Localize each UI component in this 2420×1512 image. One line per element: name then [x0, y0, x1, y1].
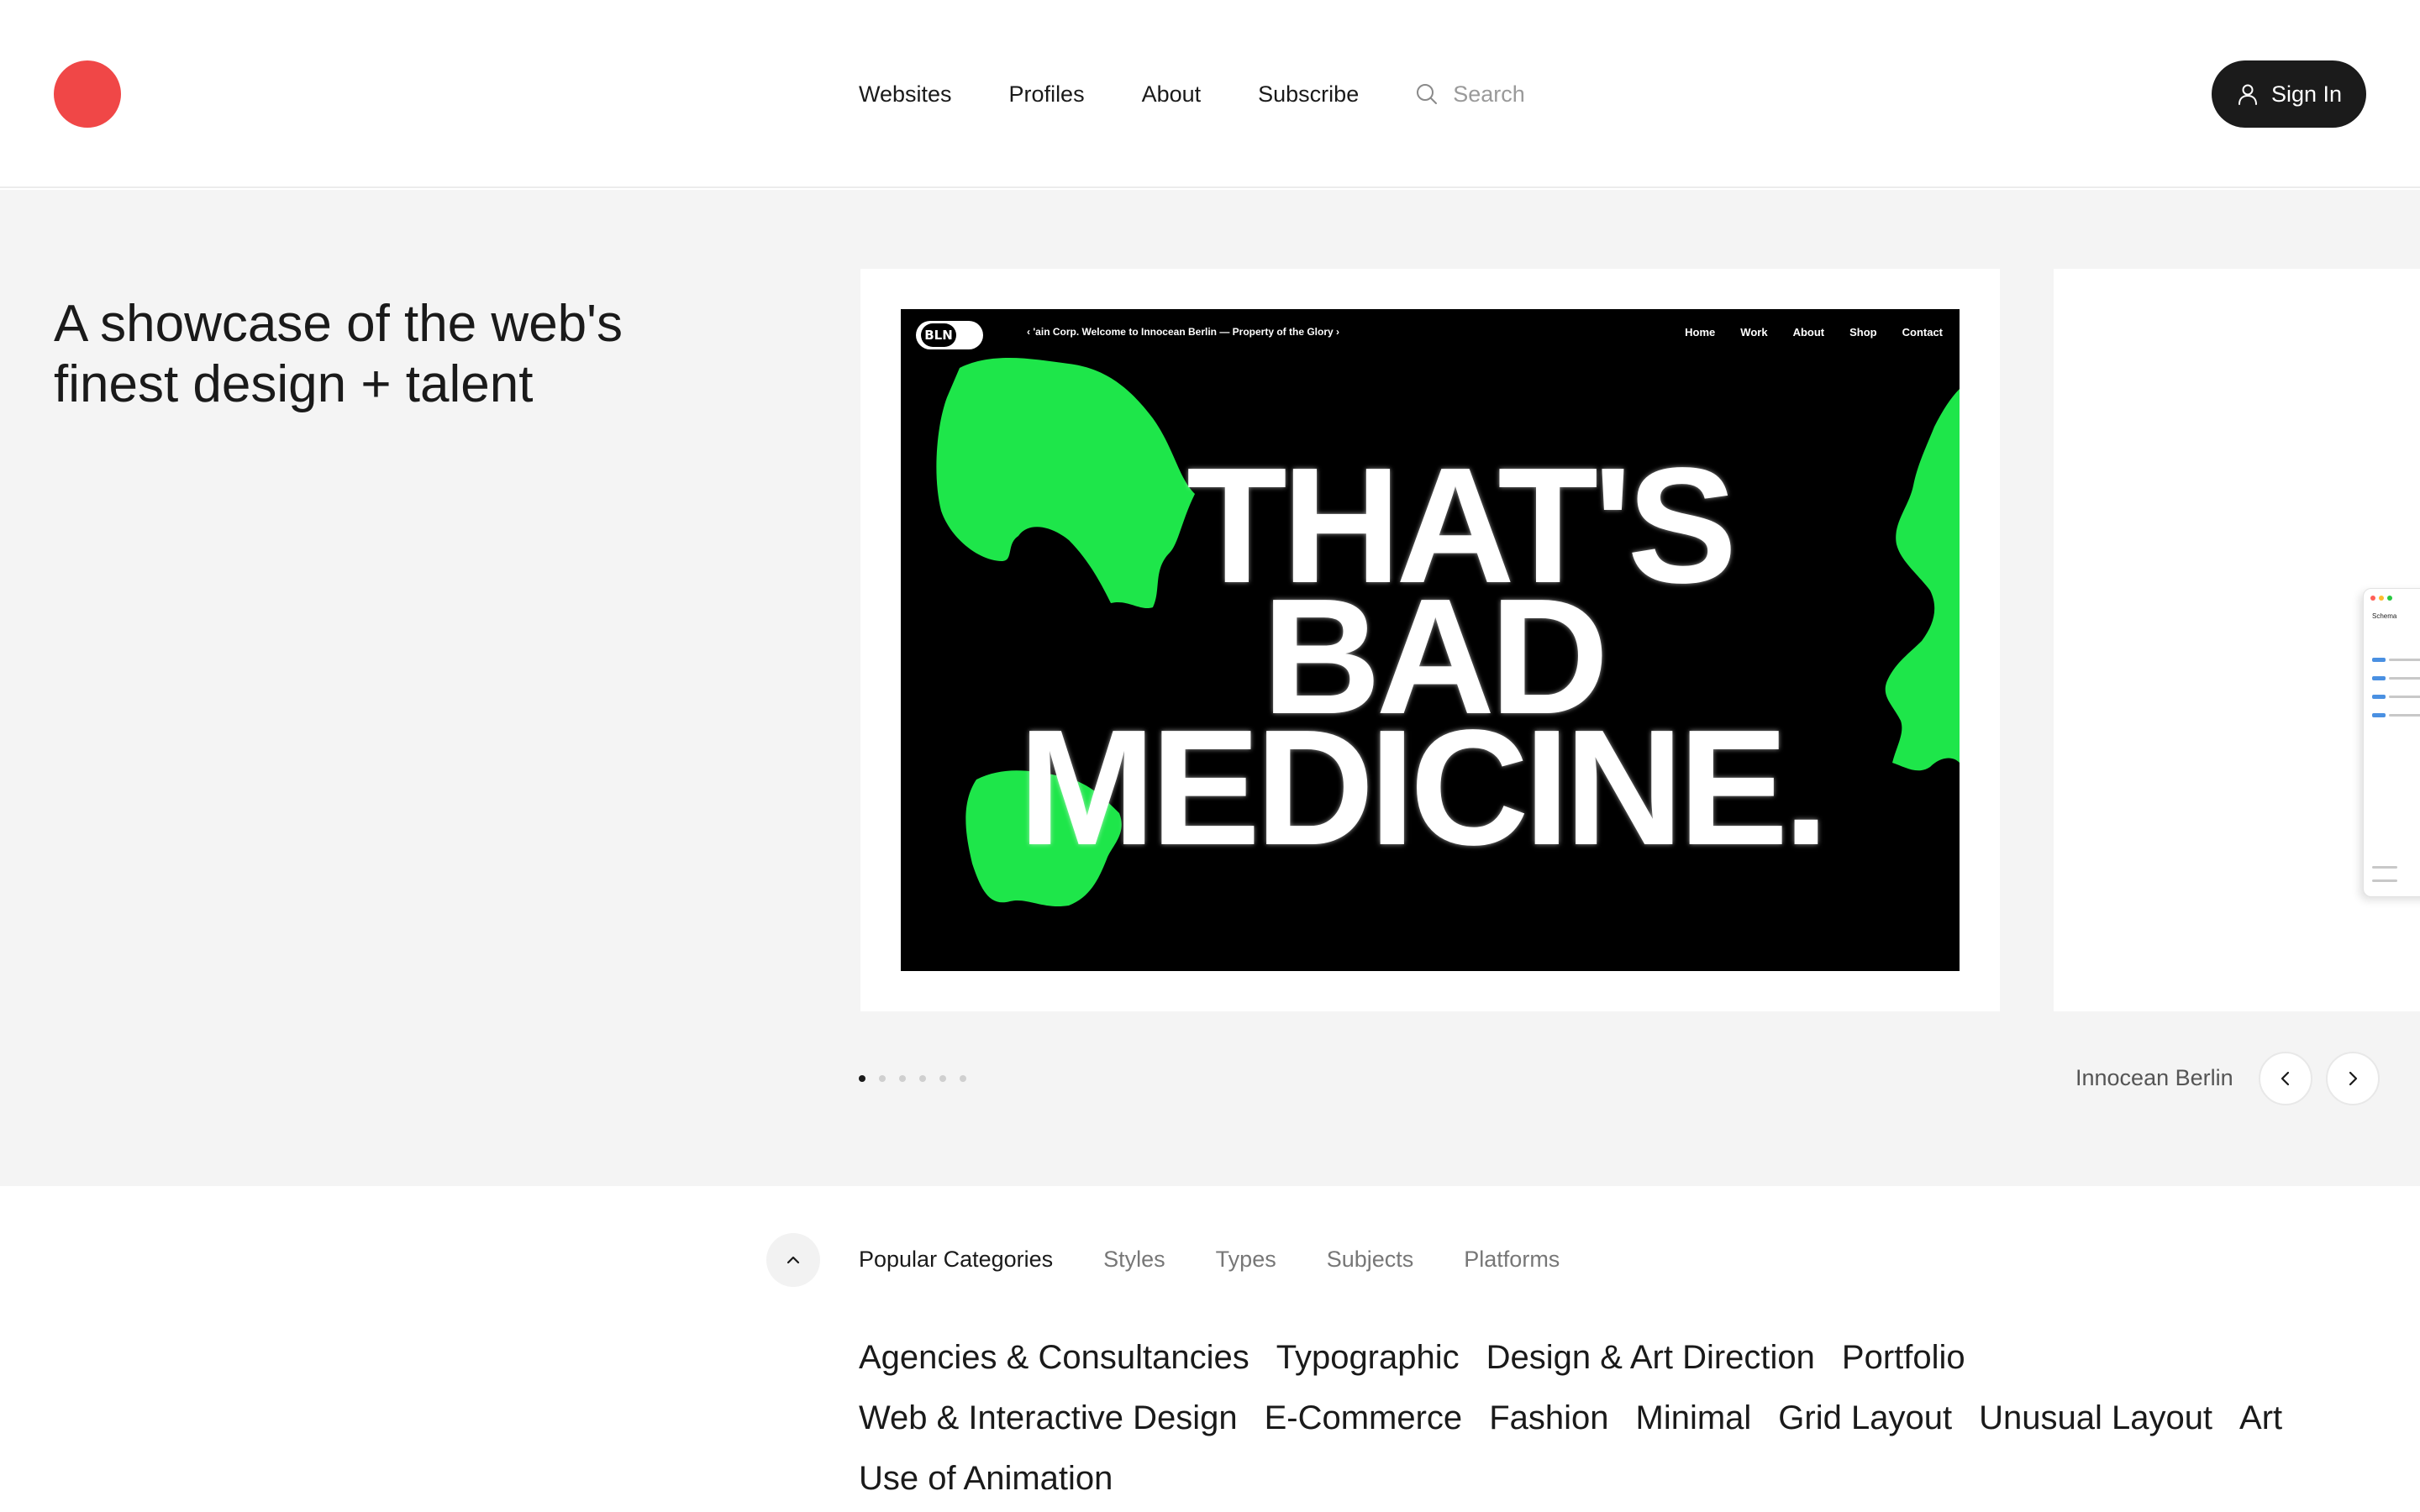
nav-link-about[interactable]: About — [1142, 81, 1202, 108]
category-link[interactable]: E-Commerce — [1265, 1388, 1463, 1448]
user-icon — [2238, 84, 2257, 105]
category-link[interactable]: Use of Animation — [859, 1448, 1113, 1509]
search-icon[interactable] — [1414, 81, 1439, 107]
nav-link-subscribe[interactable]: Subscribe — [1258, 81, 1359, 108]
tab-styles[interactable]: Styles — [1103, 1247, 1165, 1273]
search-box — [1414, 81, 1605, 108]
chevron-left-icon — [2281, 1071, 2290, 1086]
main-nav: Websites Profiles About Subscribe — [859, 77, 1605, 111]
tab-popular-categories[interactable]: Popular Categories — [859, 1247, 1053, 1273]
category-link[interactable]: Design & Art Direction — [1486, 1327, 1815, 1388]
nav-link-websites[interactable]: Websites — [859, 81, 952, 108]
tab-platforms[interactable]: Platforms — [1464, 1247, 1560, 1273]
carousel-prev-button[interactable] — [2259, 1052, 2312, 1105]
headline-line-3: MEDICINE. — [1018, 696, 1829, 879]
next-site-card-peek[interactable]: Schema — [2054, 269, 2420, 1011]
category-link[interactable]: Art — [2239, 1388, 2282, 1448]
category-link[interactable]: Agencies & Consultancies — [859, 1327, 1249, 1388]
category-link[interactable]: Grid Layout — [1778, 1388, 1952, 1448]
hero-section: A showcase of the web's finest design + … — [0, 190, 2420, 1186]
site-header: Websites Profiles About Subscribe Sign I… — [0, 0, 2420, 188]
site-logo[interactable] — [54, 60, 121, 128]
carousel-dot[interactable] — [879, 1075, 886, 1082]
category-link[interactable]: Portfolio — [1842, 1327, 1965, 1388]
category-link[interactable]: Minimal — [1636, 1388, 1752, 1448]
search-input[interactable] — [1453, 81, 1605, 108]
page-tagline: A showcase of the web's finest design + … — [54, 295, 623, 413]
category-link[interactable]: Fashion — [1489, 1388, 1608, 1448]
sign-in-label: Sign In — [2270, 81, 2343, 107]
carousel-dot[interactable] — [960, 1075, 966, 1082]
featured-site-screenshot[interactable]: BLN ‹ 'ain Corp. Welcome to Innocean Ber… — [901, 309, 1960, 971]
tab-subjects[interactable]: Subjects — [1327, 1247, 1414, 1273]
carousel-dot[interactable] — [859, 1075, 865, 1082]
featured-site-name[interactable]: Innocean Berlin — [2075, 1065, 2233, 1091]
sign-in-button[interactable]: Sign In — [2212, 60, 2366, 128]
nav-link-profiles[interactable]: Profiles — [1009, 81, 1085, 108]
carousel-dot[interactable] — [939, 1075, 946, 1082]
featured-site-card[interactable]: BLN ‹ 'ain Corp. Welcome to Innocean Ber… — [860, 269, 2000, 1011]
category-tabs: Popular Categories Styles Types Subjects… — [859, 1247, 1610, 1273]
tab-types[interactable]: Types — [1216, 1247, 1276, 1273]
categories-section: Popular Categories Styles Types Subjects… — [0, 1186, 2420, 1512]
category-link[interactable]: Typographic — [1276, 1327, 1460, 1388]
carousel-dot[interactable] — [919, 1075, 926, 1082]
carousel-dot[interactable] — [899, 1075, 906, 1082]
next-site-screenshot: Schema — [2363, 588, 2420, 897]
chevron-up-icon — [786, 1256, 800, 1264]
category-link[interactable]: Web & Interactive Design — [859, 1388, 1238, 1448]
screenshot-headline: THAT'S BAD MEDICINE. — [901, 309, 1960, 971]
peek-title: Schema — [2372, 612, 2397, 620]
carousel-next-button[interactable] — [2326, 1052, 2380, 1105]
collapse-categories-button[interactable] — [766, 1233, 820, 1287]
chevron-right-icon — [2349, 1071, 2358, 1086]
carousel-pagination — [859, 1075, 980, 1082]
category-links: Agencies & Consultancies Typographic Des… — [859, 1327, 2338, 1509]
category-link[interactable]: Unusual Layout — [1979, 1388, 2212, 1448]
